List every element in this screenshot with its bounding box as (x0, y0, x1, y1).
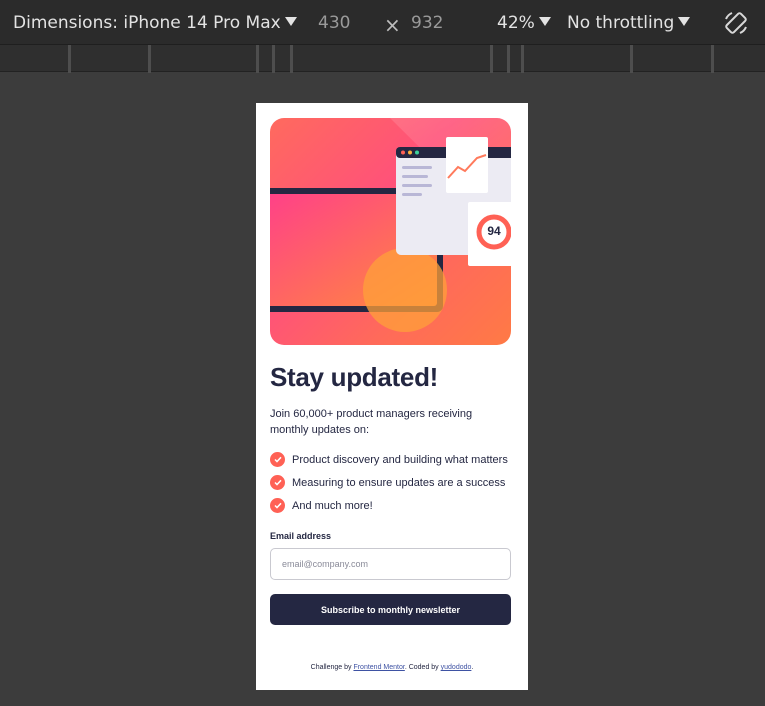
devtools-device-toolbar: Dimensions: iPhone 14 Pro Max 430 × 932 … (0, 0, 765, 44)
dimensions-label: Dimensions: iPhone 14 Pro Max (13, 13, 281, 33)
chevron-down-icon (538, 16, 551, 26)
width-field[interactable]: 430 (318, 11, 350, 35)
list-item-label: Measuring to ensure updates are a succes… (292, 476, 506, 489)
email-label: Email address (270, 531, 332, 541)
list-item-label: Product discovery and building what matt… (292, 453, 508, 466)
ruler-marker[interactable] (256, 45, 259, 73)
dimensions-dropdown[interactable]: Dimensions: iPhone 14 Pro Max (13, 11, 297, 35)
media-query-ruler (0, 44, 765, 73)
zoom-label: 42% (497, 13, 535, 33)
footer-prefix: Challenge by (310, 664, 354, 671)
check-icon (270, 452, 285, 467)
ruler-marker[interactable] (630, 45, 633, 73)
check-icon (270, 498, 285, 513)
ruler-marker[interactable] (521, 45, 524, 73)
footer-middle: . Coded by (404, 664, 441, 671)
frontend-mentor-link[interactable]: Frontend Mentor (353, 664, 404, 671)
list-item: And much more! (270, 494, 508, 517)
check-icon (270, 475, 285, 490)
ruler-marker[interactable] (490, 45, 493, 73)
ruler-marker[interactable] (290, 45, 293, 73)
hero-illustration: 94 (270, 118, 511, 345)
author-link[interactable]: yudododo (441, 664, 472, 671)
ruler-marker[interactable] (272, 45, 275, 73)
zoom-dropdown[interactable]: 42% (497, 11, 551, 35)
subscribe-button[interactable]: Subscribe to monthly newsletter (270, 594, 511, 625)
ruler-marker[interactable] (68, 45, 71, 73)
ruler-marker[interactable] (507, 45, 510, 73)
times-icon: × (384, 13, 401, 37)
throttling-label: No throttling (567, 13, 675, 33)
footer-suffix: . (471, 664, 474, 671)
list-item: Measuring to ensure updates are a succes… (270, 471, 508, 494)
chevron-down-icon (284, 16, 297, 26)
email-field[interactable] (270, 548, 511, 580)
height-field[interactable]: 932 (411, 11, 443, 35)
list-item-label: And much more! (292, 499, 373, 512)
list-item: Product discovery and building what matt… (270, 448, 508, 471)
ruler-marker[interactable] (148, 45, 151, 73)
intro-text: Join 60,000+ product managers receiving … (270, 408, 473, 436)
rotate-device-icon[interactable] (722, 9, 750, 37)
device-viewport: 94 Stay updated! Join 60,000+ product ma… (256, 103, 528, 690)
benefits-list: Product discovery and building what matt… (270, 448, 508, 517)
chevron-down-icon (678, 16, 691, 26)
attribution-footer: Challenge by Frontend Mentor. Coded by y… (256, 664, 528, 671)
throttling-dropdown[interactable]: No throttling (567, 11, 691, 35)
score-label: 94 (487, 224, 501, 238)
page-title: Stay updated! (270, 362, 439, 392)
ruler-marker[interactable] (711, 45, 714, 73)
